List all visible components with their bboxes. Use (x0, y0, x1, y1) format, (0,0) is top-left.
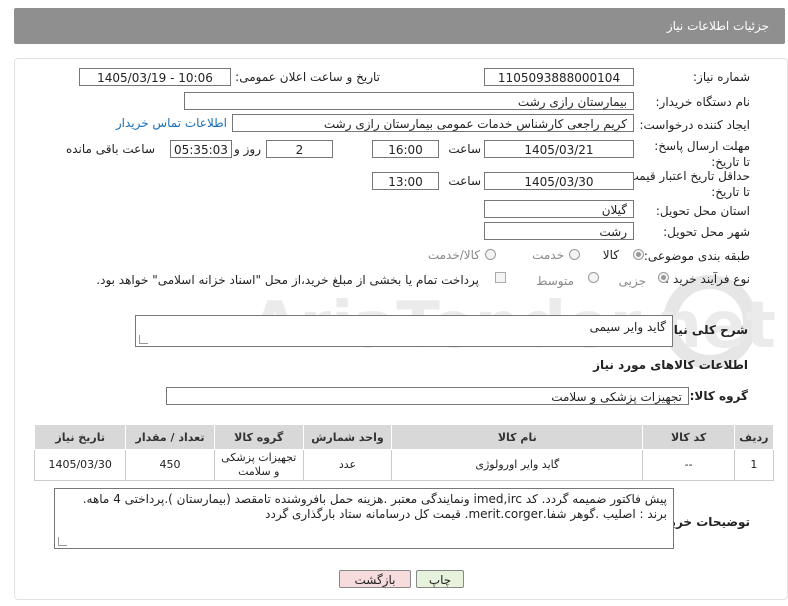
validity-time-label: ساعت (448, 174, 481, 188)
cell-unit: عدد (302, 449, 393, 481)
cell-item-code: -- (642, 449, 735, 481)
buyer-contact-link[interactable]: اطلاعات تماس خریدار (116, 116, 227, 130)
category-both-radio[interactable] (485, 249, 496, 260)
category-service-radio[interactable] (569, 249, 580, 260)
announce-label: تاریخ و ساعت اعلان عمومی: (235, 70, 380, 84)
need-number-label: شماره نیاز: (693, 70, 750, 84)
deadline-date-field: 1405/03/21 (484, 140, 634, 158)
category-goods-radio[interactable] (633, 249, 644, 260)
deadline-time-label: ساعت (448, 142, 481, 156)
process-label: نوع فرآیند خرید : (665, 272, 750, 286)
province-field: گیلان (484, 200, 634, 218)
need-number-field: 1105093888000104 (484, 68, 634, 86)
resize-handle-icon[interactable] (139, 335, 148, 344)
col-item-code: کد کالا (642, 424, 735, 450)
validity-date-field: 1405/03/30 (484, 172, 634, 190)
goods-group-field: تجهیزات پزشکی و سلامت (166, 387, 689, 405)
summary-label: شرح کلی نیاز: (662, 323, 748, 337)
days-field: 2 (266, 140, 333, 158)
col-quantity: تعداد / مقدار (125, 424, 215, 450)
creator-field: کریم راجعی کارشناس خدمات عمومی بیمارستان… (232, 114, 634, 132)
announce-field: 1405/03/19 - 10:06 (79, 68, 231, 86)
days-label: روز و (234, 142, 261, 156)
page-header: جزئیات اطلاعات نیاز (14, 8, 785, 44)
buyer-org-field: بیمارستان رازی رشت (184, 92, 634, 110)
treasury-payment-checkbox[interactable] (495, 272, 506, 283)
category-service-label: خدمت (532, 248, 564, 262)
process-minor-label: جزیی (618, 274, 646, 288)
summary-text: گاید وایر سیمی (589, 320, 666, 334)
table-header-row: ردیف کد کالا نام کالا واحد شمارش گروه کا… (33, 424, 775, 450)
buyer-org-label: نام دستگاه خریدار: (655, 95, 751, 109)
cell-need-date: 1405/03/30 (33, 449, 127, 481)
resize-handle-icon[interactable] (58, 537, 67, 546)
category-label: طبقه بندی موضوعی: (643, 249, 750, 263)
col-need-date: تاریخ نیاز (33, 424, 127, 450)
process-minor-radio[interactable] (658, 272, 669, 283)
remaining-time-field: 05:35:03 (170, 140, 232, 158)
remaining-label: ساعت باقی مانده (65, 142, 155, 156)
treasury-payment-note: پرداخت تمام یا بخشی از مبلغ خرید،از محل … (96, 273, 479, 287)
deadline-time-field: 16:00 (372, 140, 439, 158)
page-title: جزئیات اطلاعات نیاز (666, 19, 769, 33)
col-item-group: گروه کالا (213, 424, 304, 450)
deadline-label: مهلت ارسال پاسخ: تا تاریخ: (654, 139, 750, 169)
province-label: استان محل تحویل: (655, 204, 750, 218)
process-medium-label: متوسط (536, 274, 574, 288)
validity-time-field: 13:00 (372, 172, 439, 190)
notes-field: پیش فاکتور ضمیمه گردد. کد imed,irc ونمای… (54, 488, 674, 549)
category-both-label: کالا/خدمت (427, 248, 480, 262)
city-label: شهر محل تحویل: (663, 225, 750, 239)
notes-text: پیش فاکتور ضمیمه گردد. کد imed,irc ونمای… (82, 492, 667, 521)
cell-row-number: 1 (733, 449, 775, 481)
summary-field: گاید وایر سیمی (135, 315, 673, 347)
table-row: 1 -- گاید وایر اورولوژی عدد تجهیزات پزشک… (33, 449, 775, 481)
creator-label: ایجاد کننده درخواست: (639, 118, 750, 132)
process-medium-radio[interactable] (588, 272, 599, 283)
goods-group-label: گروه کالا: (689, 389, 748, 403)
category-goods-label: کالا (602, 248, 619, 262)
print-button[interactable]: چاپ (416, 570, 464, 588)
col-unit: واحد شمارش (302, 424, 393, 450)
validity-label: حداقل تاریخ اعتبار قیمت: تا تاریخ: (623, 169, 750, 199)
cell-item-group: تجهیزات پزشکی و سلامت (213, 449, 304, 481)
cell-item-name: گاید وایر اورولوژی (391, 449, 644, 481)
city-field: رشت (484, 222, 634, 240)
goods-table: ردیف کد کالا نام کالا واحد شمارش گروه کا… (33, 424, 775, 481)
col-row-number: ردیف (733, 424, 775, 450)
col-item-name: نام کالا (391, 424, 644, 450)
cell-quantity: 450 (125, 449, 215, 481)
goods-section-title: اطلاعات کالاهای مورد نیاز (593, 358, 748, 372)
back-button[interactable]: بازگشت (339, 570, 411, 588)
